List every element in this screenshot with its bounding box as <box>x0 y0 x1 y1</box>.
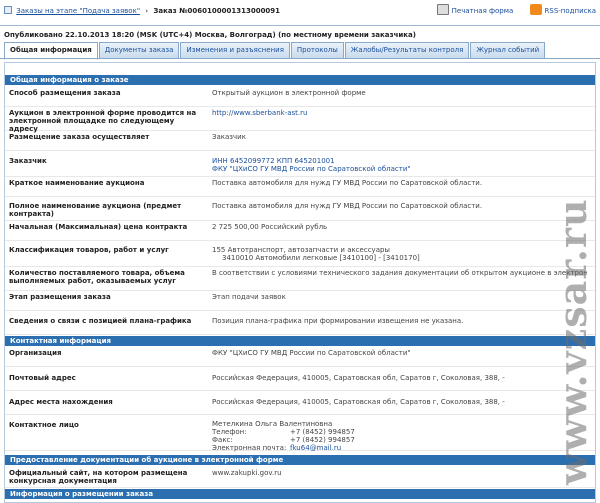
field-label: Полное наименование аукциона (предмет ко… <box>9 202 182 218</box>
list-icon <box>4 6 12 14</box>
row-full-name: Полное наименование аукциона (предмет ко… <box>5 197 595 221</box>
row-placer: Размещение заказа осуществляет Заказчик <box>5 131 595 151</box>
tab-event-log[interactable]: Журнал событий <box>470 42 546 59</box>
field-value: Поставка автомобиля для нужд ГУ МВД Росс… <box>212 179 483 187</box>
field-label: Аукцион в электронной форме проводится н… <box>9 109 197 133</box>
fax-label: Факс: <box>212 436 233 444</box>
row-classification: Классификация товаров, работ и услуг 155… <box>5 241 595 267</box>
row-official-site: Официальный сайт, на котором размещена к… <box>5 466 595 488</box>
published-date: Опубликовано 22.10.2013 18:20 (MSK (UTC+… <box>4 31 416 39</box>
email-label: Электронная почта: <box>212 444 287 452</box>
row-platform: Аукцион в электронной форме проводится н… <box>5 107 595 133</box>
field-label: Официальный сайт, на котором размещена к… <box>9 469 188 485</box>
tab-divider <box>0 58 600 59</box>
row-location-address: Адрес места нахождения Российская Федера… <box>5 391 595 415</box>
row-plan-schedule: Сведения о связи с позицией плана-график… <box>5 311 595 335</box>
section-placement-header: Информация о размещении заказа <box>5 489 595 499</box>
breadcrumb-separator-icon: › <box>145 7 149 15</box>
watermark-text: www.vzsar.ru <box>550 198 595 485</box>
field-value: Открытый аукцион в электронной форме <box>212 89 366 97</box>
row-organization: Организация ФКУ "ЦХиСО ГУ МВД России по … <box>5 347 595 367</box>
field-label: Адрес места нахождения <box>9 398 113 406</box>
field-value: www.zakupki.gov.ru <box>212 469 282 477</box>
print-form-link[interactable]: Печатная форма <box>452 7 514 15</box>
printer-icon[interactable] <box>436 4 449 15</box>
phone-label: Телефон: <box>212 428 247 436</box>
section-docs-header: Предоставление документации об аукционе … <box>5 455 595 465</box>
field-label: Краткое наименование аукциона <box>9 179 145 187</box>
breadcrumb-stage-link[interactable]: Заказы на этапе "Подача заявок" <box>16 7 140 15</box>
field-label: Контактное лицо <box>9 421 79 429</box>
top-links: Печатная форма RSS-подписка <box>436 4 596 18</box>
field-label: Начальная (Максимальная) цена контракта <box>9 223 188 231</box>
field-value: 2 725 500,00 Российский рубль <box>212 223 328 231</box>
field-value: Российская Федерация, 410005, Саратовска… <box>212 374 505 382</box>
breadcrumb: Заказы на этапе "Подача заявок" › Заказ … <box>4 6 280 17</box>
field-label: Организация <box>9 349 62 357</box>
field-label: Заказчик <box>9 157 47 165</box>
row-price: Начальная (Максимальная) цена контракта … <box>5 221 595 241</box>
platform-link[interactable]: http://www.sberbank-ast.ru <box>212 109 307 117</box>
field-label: Размещение заказа осуществляет <box>9 133 150 141</box>
rss-icon[interactable] <box>529 4 542 15</box>
tab-documents[interactable]: Документы заказа <box>98 42 180 59</box>
order-details: Общая информация о заказе Способ размеще… <box>4 62 596 503</box>
breadcrumb-current: Заказ №0060100001313000091 <box>153 7 281 15</box>
field-label: Количество поставляемого товара, объема … <box>9 269 185 285</box>
field-value: Позиция плана-графика при формировании и… <box>212 317 464 325</box>
fax-value: +7 (8452) 994857 <box>290 436 355 444</box>
field-label: Почтовый адрес <box>9 374 76 382</box>
classification-value: 155 Автотранспорт, автозапчасти и аксесс… <box>212 246 390 254</box>
row-stage: Этап размещения заказа Этап подачи заяво… <box>5 291 595 311</box>
field-value: Российская Федерация, 410005, Саратовска… <box>212 398 505 406</box>
tab-changes[interactable]: Изменения и разъяснения <box>180 42 290 59</box>
customer-name-link[interactable]: ФКУ "ЦХиСО ГУ МВД России по Саратовской … <box>212 165 411 173</box>
field-value: Поставка автомобиля для нужд ГУ МВД Росс… <box>212 202 483 210</box>
field-value: Этап подачи заявок <box>212 293 286 301</box>
email-link[interactable]: fku64@mail.ru <box>290 444 341 452</box>
contact-name: Метелкина Ольга Валентиновна <box>212 420 333 428</box>
classification-subvalue: 3410010 Автомобили легковые [3410100] - … <box>222 254 420 262</box>
phone-value: +7 (8452) 994857 <box>290 428 355 436</box>
row-customer: Заказчик ИНН 6452099772 КПП 645201001 ФК… <box>5 151 595 177</box>
section-general-header: Общая информация о заказе <box>5 75 595 85</box>
field-label: Классификация товаров, работ и услуг <box>9 246 169 254</box>
field-label: Сведения о связи с позицией плана-график… <box>9 317 192 325</box>
row-quantity: Количество поставляемого товара, объема … <box>5 267 595 291</box>
watermark: www.vzsar.ru <box>548 150 600 490</box>
field-value: Заказчик <box>212 133 246 141</box>
top-bar: Заказы на этапе "Подача заявок" › Заказ … <box>0 0 600 26</box>
row-short-name: Краткое наименование аукциона Поставка а… <box>5 177 595 197</box>
row-contact-person: Контактное лицо Метелкина Ольга Валентин… <box>5 415 595 452</box>
customer-inn-link[interactable]: ИНН 6452099772 КПП 645201001 <box>212 157 335 165</box>
section-contacts-header: Контактная информация <box>5 336 595 346</box>
tab-complaints[interactable]: Жалобы/Результаты контроля <box>344 42 470 59</box>
field-value: В соответствии с условиями технического … <box>212 269 587 277</box>
field-label: Этап размещения заказа <box>9 293 111 301</box>
field-value: ФКУ "ЦХиСО ГУ МВД России по Саратовской … <box>212 349 411 357</box>
row-method: Способ размещения заказа Открытый аукцио… <box>5 87 595 107</box>
row-postal-address: Почтовый адрес Российская Федерация, 410… <box>5 367 595 391</box>
rss-link[interactable]: RSS-подписка <box>545 7 596 15</box>
field-label: Способ размещения заказа <box>9 89 121 97</box>
tab-protocols[interactable]: Протоколы <box>290 42 344 59</box>
tab-bar: Общая информация Документы заказа Изменени… <box>4 42 546 60</box>
